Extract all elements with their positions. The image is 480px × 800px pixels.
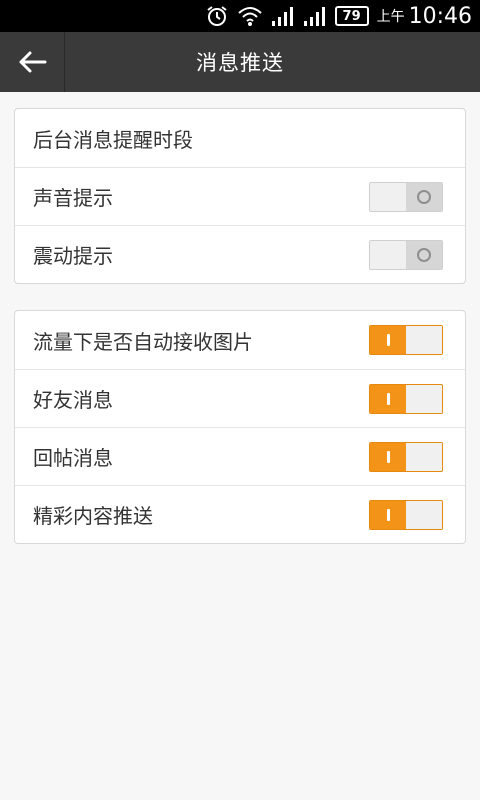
back-button[interactable] xyxy=(0,32,65,92)
signal-icon-2 xyxy=(303,5,327,27)
setting-label: 好友消息 xyxy=(33,388,113,412)
auto-images-toggle[interactable] xyxy=(369,325,443,355)
clock-time: 10:46 xyxy=(408,3,472,29)
toggle-on-icon xyxy=(386,334,390,346)
featured-push-toggle[interactable] xyxy=(369,499,443,530)
setting-label: 声音提示 xyxy=(33,186,113,210)
status-bar: 79 上午 10:46 xyxy=(0,0,480,32)
toggle-off-icon xyxy=(417,189,431,204)
setting-row-vibrate: 震动提示 xyxy=(15,225,465,283)
setting-label: 回帖消息 xyxy=(33,446,113,470)
setting-row-auto-images: 流量下是否自动接收图片 xyxy=(15,311,465,369)
setting-row-background-time[interactable]: 后台消息提醒时段 xyxy=(15,109,465,167)
toggle-on-icon xyxy=(386,508,390,521)
setting-row-sound: 声音提示 xyxy=(15,167,465,225)
settings-group-alerts: 后台消息提醒时段 声音提示 震动提示 xyxy=(14,108,466,284)
sound-toggle[interactable] xyxy=(369,181,443,212)
vibrate-toggle[interactable] xyxy=(369,239,443,270)
signal-icon xyxy=(271,5,295,27)
alarm-icon xyxy=(205,5,229,27)
arrow-left-icon xyxy=(19,51,47,73)
setting-row-reply-messages: 回帖消息 xyxy=(15,427,465,485)
clock-ampm: 上午 xyxy=(376,9,405,25)
page-title: 消息推送 xyxy=(196,51,284,75)
setting-label: 流量下是否自动接收图片 xyxy=(33,329,253,354)
setting-label: 震动提示 xyxy=(33,244,113,268)
setting-row-friend-messages: 好友消息 xyxy=(15,369,465,427)
toggle-off-icon xyxy=(417,247,431,262)
title-bar: 消息推送 xyxy=(0,32,480,92)
toggle-on-icon xyxy=(386,392,390,405)
setting-row-featured-push: 精彩内容推送 xyxy=(15,485,465,543)
friend-messages-toggle[interactable] xyxy=(369,383,443,414)
battery-icon: 79 xyxy=(334,6,369,26)
reply-messages-toggle[interactable] xyxy=(369,441,443,472)
toggle-on-icon xyxy=(386,450,390,463)
settings-group-push: 流量下是否自动接收图片 好友消息 回帖消息 精彩内容推送 xyxy=(14,310,466,544)
setting-label: 精彩内容推送 xyxy=(33,504,153,528)
setting-label: 后台消息提醒时段 xyxy=(33,127,193,152)
wifi-icon xyxy=(237,5,263,27)
